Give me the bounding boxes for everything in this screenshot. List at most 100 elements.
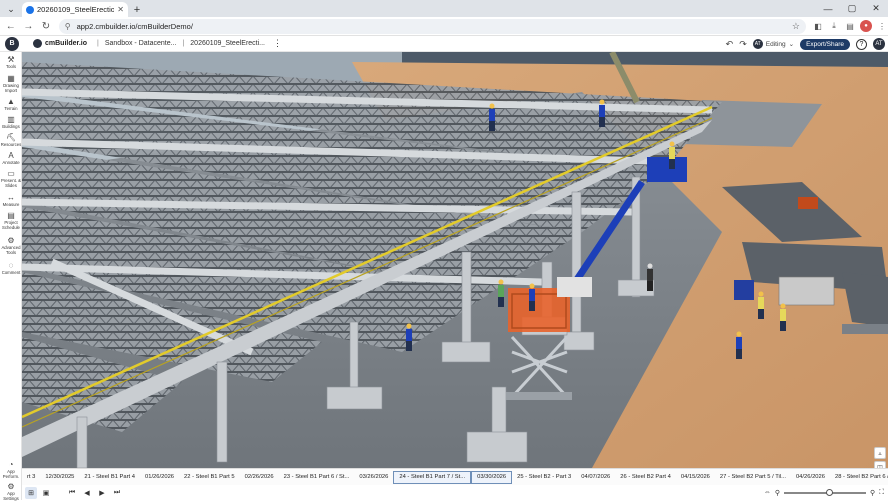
playback-bar: ⊞ ▣ ⏮ ◀ ▶ ⏭ ⇔ ⚲ ⚲ ⛶: [22, 485, 888, 500]
reload-icon[interactable]: ↻: [39, 19, 53, 33]
tab-search-icon[interactable]: ⌄: [2, 2, 20, 16]
timeline-item[interactable]: 24 - Steel B1 Part 7 / St...: [393, 470, 472, 484]
timeline-item[interactable]: 02/26/2026: [240, 471, 279, 484]
app-logo-icon[interactable]: B: [5, 36, 19, 51]
timeline-item[interactable]: 04/26/2026: [791, 471, 830, 484]
timeline-item[interactable]: 04/07/2026: [576, 471, 615, 484]
timeline-item[interactable]: 03/26/2026: [354, 471, 393, 484]
window-controls: — ▢ ✕: [816, 0, 888, 17]
terrain-icon: ▲: [7, 97, 15, 106]
export-share-button[interactable]: Export/Share: [800, 38, 850, 50]
navigate-icon[interactable]: ▵: [874, 447, 886, 459]
profile-avatar[interactable]: ●: [860, 20, 872, 32]
brand-name: cmBuilder.io: [45, 40, 88, 47]
fullscreen-icon[interactable]: ⛶: [879, 489, 884, 497]
play-icon[interactable]: ▶: [96, 487, 108, 499]
editing-dropdown-icon[interactable]: ⌄: [789, 40, 794, 48]
extensions-icon[interactable]: ◧: [812, 20, 824, 32]
tool-buildings[interactable]: ▥ Buildings: [0, 115, 22, 129]
tool-label: Present. & Slides: [0, 178, 22, 188]
tool-project-schedule[interactable]: ▤ Project Schedule: [0, 211, 22, 230]
layers-icon[interactable]: ◫: [874, 461, 886, 468]
tool-label: App Perform.: [2, 469, 20, 479]
tool-advanced-tools[interactable]: ⚙ Advanced Tools: [0, 236, 22, 255]
favicon-icon: [26, 5, 34, 14]
timeline-item[interactable]: 22 - Steel B1 Part 5: [179, 471, 240, 484]
timeline-item[interactable]: 04/15/2026: [676, 471, 715, 484]
bookmark-star-icon[interactable]: ☆: [792, 21, 800, 32]
timeline-item[interactable]: 12/30/2025: [40, 471, 79, 484]
fit-icon[interactable]: ⇔: [764, 489, 771, 496]
step-back-icon[interactable]: ◀: [81, 487, 93, 499]
slides-view-icon[interactable]: ▣: [40, 487, 52, 499]
timeline-item[interactable]: 23 - Steel B1 Part 6 / St...: [279, 471, 355, 484]
timeline-item[interactable]: 28 - Steel B2 Part 6 / Til...: [830, 471, 888, 484]
browser-toolbar-icons: ◧ ⤓ ▤ ● ⋮: [812, 20, 888, 32]
forward-icon[interactable]: →: [22, 19, 36, 33]
brand[interactable]: cmBuilder.io: [33, 38, 87, 50]
tool-label: Comment: [1, 270, 21, 275]
browser-tab[interactable]: 20260109_SteelErectionScenari ✕: [22, 2, 128, 17]
breadcrumb: | Sandbox - Datacente... | 20260109_Stee…: [97, 40, 265, 47]
user-avatar[interactable]: AT: [873, 38, 885, 50]
tab-title: 20260109_SteelErectionScenari: [37, 5, 115, 14]
close-tab-icon[interactable]: ✕: [117, 5, 124, 14]
more-options-icon[interactable]: ⋮: [273, 38, 282, 49]
drawing-import-icon: ▦: [7, 74, 15, 83]
timeline-item[interactable]: 27 - Steel B2 Part 5 / Til...: [715, 471, 791, 484]
close-window-icon[interactable]: ✕: [864, 0, 888, 17]
tool-drawing-import[interactable]: ▦ Drawing Import: [0, 74, 22, 93]
tool-measure[interactable]: ↔ Measure: [0, 193, 22, 207]
timeline-view-icon[interactable]: ⊞: [25, 486, 37, 499]
zoom-slider-handle[interactable]: [825, 488, 833, 496]
measure-icon: ↔: [7, 193, 15, 202]
app-performance-icon: ◔: [8, 460, 14, 469]
new-tab-icon[interactable]: +: [130, 3, 144, 17]
tool-tools[interactable]: ⚒ Tools: [0, 55, 22, 69]
site-info-icon[interactable]: ⚲: [65, 22, 71, 31]
tool-label: Advanced Tools: [1, 245, 21, 255]
tool-label: Buildings: [2, 124, 20, 129]
timeline-item[interactable]: 03/30/2026: [471, 470, 513, 484]
timeline-item[interactable]: 26 - Steel B2 Part 4: [615, 471, 676, 484]
collaborator-avatar: AT: [752, 39, 763, 49]
browser-menu-icon[interactable]: ⋮: [876, 20, 888, 32]
redo-icon[interactable]: ↷: [739, 39, 747, 50]
tool-resources[interactable]: ⛏ Resources: [0, 133, 22, 147]
zoom-out-icon[interactable]: ⚲: [775, 489, 780, 497]
tool-present-slides[interactable]: ▭ Present. & Slides: [0, 169, 22, 188]
tool-app-performance[interactable]: ◔ App Perform.: [0, 460, 22, 479]
tool-terrain[interactable]: ▲ Terrain: [0, 97, 22, 111]
timeline-item[interactable]: 01/26/2026: [140, 471, 179, 484]
comment-icon: ◌: [8, 261, 14, 270]
timeline-item[interactable]: rt 3: [22, 471, 40, 484]
sidebar-icon[interactable]: ▤: [844, 20, 856, 32]
app-header: B cmBuilder.io | Sandbox - Datacente... …: [0, 36, 888, 52]
tool-label: Measure: [2, 202, 20, 207]
tool-annotate[interactable]: A Annotate: [0, 151, 22, 165]
tool-comment[interactable]: ◌ Comment: [0, 261, 22, 275]
tool-label: Project Schedule: [2, 220, 20, 230]
maximize-icon[interactable]: ▢: [840, 0, 864, 17]
minimize-icon[interactable]: —: [816, 0, 840, 17]
url-input[interactable]: ⚲ app2.cmbuilder.io/cmBuilderDemo/ ☆: [58, 18, 806, 34]
buildings-icon: ▥: [7, 115, 15, 124]
present-slides-icon: ▭: [7, 169, 15, 178]
download-icon[interactable]: ⤓: [828, 20, 840, 32]
skip-forward-icon[interactable]: ⏭: [111, 487, 123, 499]
back-icon[interactable]: ←: [4, 19, 18, 33]
help-icon[interactable]: ?: [856, 38, 867, 50]
3d-viewport[interactable]: ▵ ◫ 2D ✦ ☼: [22, 52, 888, 468]
timeline-item[interactable]: 25 - Steel B2 - Part 3: [512, 471, 576, 484]
zoom-controls: ⇔ ⚲ ⚲ ⛶: [764, 485, 884, 500]
tool-label: Annotate: [2, 160, 20, 165]
skip-back-icon[interactable]: ⏮: [66, 487, 78, 499]
undo-icon[interactable]: ↶: [726, 39, 734, 50]
zoom-in-icon[interactable]: ⚲: [870, 489, 875, 497]
breadcrumb-scenario[interactable]: 20260109_SteelErecti...: [190, 40, 265, 47]
zoom-slider[interactable]: [783, 488, 866, 496]
breadcrumb-project[interactable]: Sandbox - Datacente...: [105, 40, 177, 47]
tool-app-settings[interactable]: ⚙ App Settings: [0, 482, 22, 501]
editing-label: Editing: [765, 40, 786, 48]
timeline-item[interactable]: 21 - Steel B1 Part 4: [79, 471, 140, 484]
